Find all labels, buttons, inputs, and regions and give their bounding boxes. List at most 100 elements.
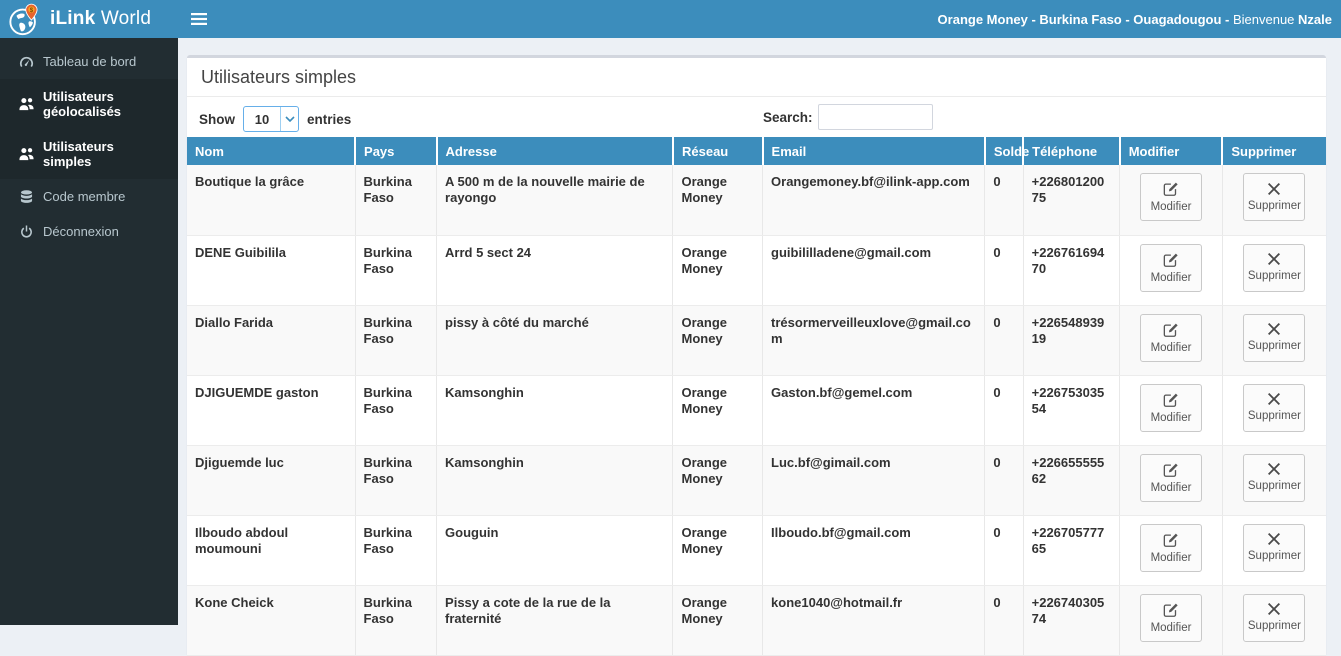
- entries-label: entries: [307, 112, 351, 127]
- username: Nzale: [1298, 12, 1332, 27]
- delete-button[interactable]: Supprimer: [1243, 244, 1305, 292]
- column-header-t-l-phone[interactable]: Téléphone: [1023, 137, 1120, 165]
- delete-button[interactable]: Supprimer: [1243, 314, 1305, 362]
- cell-email: Luc.bf@gimail.com: [763, 445, 985, 515]
- sidebar-item-code-membre[interactable]: Code membre: [0, 179, 178, 214]
- panel-header: Utilisateurs simples: [187, 58, 1326, 97]
- delete-button[interactable]: Supprimer: [1243, 173, 1305, 221]
- table-controls: Show 10 entries Search:: [187, 97, 1326, 137]
- cell-reseau: Orange Money: [673, 375, 763, 445]
- sidebar-item-utilisateurs-g-olocalis-s[interactable]: Utilisateurs géolocalisés: [0, 79, 178, 129]
- cell-adresse: Pissy a cote de la rue de la fraternité: [437, 585, 673, 655]
- column-header-supprimer[interactable]: Supprimer: [1222, 137, 1326, 165]
- sidebar-toggle-button[interactable]: [178, 0, 220, 38]
- app-logo[interactable]: $ iLink World: [0, 0, 178, 38]
- cell-reseau: Orange Money: [673, 515, 763, 585]
- modify-button[interactable]: Modifier: [1140, 384, 1202, 432]
- navbar: Orange Money - Burkina Faso - Ouagadougo…: [178, 0, 1341, 38]
- table-row: Diallo FaridaBurkina Fasopissy à côté du…: [187, 305, 1326, 375]
- page-size-select[interactable]: 10: [243, 106, 299, 132]
- cell-reseau: Orange Money: [673, 165, 763, 235]
- cell-telephone: +22665555562: [1023, 445, 1120, 515]
- table-row: Kone CheickBurkina FasoPissy a cote de l…: [187, 585, 1326, 655]
- users-panel: Utilisateurs simples Show 10 entries Sea…: [187, 55, 1326, 656]
- edit-icon: [1163, 322, 1179, 339]
- sidebar-item-d-connexion[interactable]: Déconnexion: [0, 214, 178, 249]
- modify-button-label: Modifier: [1151, 412, 1192, 424]
- modify-button[interactable]: Modifier: [1140, 454, 1202, 502]
- modify-button[interactable]: Modifier: [1140, 244, 1202, 292]
- users-icon: [18, 97, 34, 111]
- cell-solde: 0: [985, 515, 1023, 585]
- cell-reseau: Orange Money: [673, 305, 763, 375]
- delete-button[interactable]: Supprimer: [1243, 594, 1305, 642]
- delete-button[interactable]: Supprimer: [1243, 384, 1305, 432]
- modify-button[interactable]: Modifier: [1140, 173, 1202, 221]
- cell-telephone: +22676169470: [1023, 235, 1120, 305]
- delete-button-label: Supprimer: [1248, 340, 1301, 352]
- delete-button[interactable]: Supprimer: [1243, 454, 1305, 502]
- cell-delete-button: Supprimer: [1222, 585, 1326, 655]
- delete-button-label: Supprimer: [1248, 410, 1301, 422]
- column-header-adresse[interactable]: Adresse: [437, 137, 673, 165]
- cell-telephone: +22675303554: [1023, 375, 1120, 445]
- modify-button[interactable]: Modifier: [1140, 314, 1202, 362]
- search-control: Search:: [763, 104, 933, 130]
- content-area: Utilisateurs simples Show 10 entries Sea…: [178, 38, 1341, 625]
- modify-button[interactable]: Modifier: [1140, 594, 1202, 642]
- cell-modify-button: Modifier: [1120, 585, 1223, 655]
- column-header-nom[interactable]: Nom: [187, 137, 355, 165]
- cell-reseau: Orange Money: [673, 585, 763, 655]
- cell-delete-button: Supprimer: [1222, 515, 1326, 585]
- navbar-user-info: Orange Money - Burkina Faso - Ouagadougo…: [938, 12, 1341, 27]
- column-header-modifier[interactable]: Modifier: [1120, 137, 1223, 165]
- cell-adresse: pissy à côté du marché: [437, 305, 673, 375]
- table-row: Boutique la grâceBurkina FasoA 500 m de …: [187, 165, 1326, 235]
- cell-modify-button: Modifier: [1120, 305, 1223, 375]
- sidebar: Tableau de bordUtilisateurs géolocalisés…: [0, 38, 178, 625]
- modify-button[interactable]: Modifier: [1140, 524, 1202, 572]
- sidebar-item-label: Code membre: [43, 189, 125, 204]
- close-icon: [1268, 603, 1280, 617]
- cell-modify-button: Modifier: [1120, 445, 1223, 515]
- table-row: DJIGUEMDE gastonBurkina FasoKamsonghinOr…: [187, 375, 1326, 445]
- edit-icon: [1163, 462, 1179, 479]
- cell-telephone: +22680120075: [1023, 165, 1120, 235]
- globe-pin-logo-icon: $: [8, 3, 42, 37]
- cell-solde: 0: [985, 375, 1023, 445]
- sidebar-item-label: Utilisateurs simples: [43, 139, 163, 169]
- cell-email: Orangemoney.bf@ilink-app.com: [763, 165, 985, 235]
- column-header-email[interactable]: Email: [763, 137, 985, 165]
- close-icon: [1268, 253, 1280, 267]
- cell-pays: Burkina Faso: [355, 375, 437, 445]
- show-label: Show: [199, 112, 235, 127]
- dashboard-icon: [18, 55, 34, 69]
- column-header-r-seau[interactable]: Réseau: [673, 137, 763, 165]
- cell-nom: DJIGUEMDE gaston: [187, 375, 355, 445]
- close-icon: [1268, 463, 1280, 477]
- delete-button-label: Supprimer: [1248, 620, 1301, 632]
- search-input[interactable]: [818, 104, 933, 130]
- column-header-pays[interactable]: Pays: [355, 137, 437, 165]
- cell-email: trésormerveilleuxlove@gmail.com: [763, 305, 985, 375]
- sidebar-item-utilisateurs-simples[interactable]: Utilisateurs simples: [0, 129, 178, 179]
- delete-button[interactable]: Supprimer: [1243, 524, 1305, 572]
- sidebar-item-label: Déconnexion: [43, 224, 119, 239]
- cell-solde: 0: [985, 585, 1023, 655]
- column-header-solde[interactable]: Solde: [985, 137, 1023, 165]
- cell-adresse: Gouguin: [437, 515, 673, 585]
- cell-delete-button: Supprimer: [1222, 165, 1326, 235]
- cell-nom: Kone Cheick: [187, 585, 355, 655]
- cell-pays: Burkina Faso: [355, 235, 437, 305]
- cell-solde: 0: [985, 235, 1023, 305]
- cell-nom: DENE Guibilila: [187, 235, 355, 305]
- cell-reseau: Orange Money: [673, 445, 763, 515]
- cell-pays: Burkina Faso: [355, 515, 437, 585]
- sidebar-item-tableau-de-bord[interactable]: Tableau de bord: [0, 44, 178, 79]
- delete-button-label: Supprimer: [1248, 270, 1301, 282]
- edit-icon: [1163, 602, 1179, 619]
- cell-adresse: Arrd 5 sect 24: [437, 235, 673, 305]
- cell-solde: 0: [985, 445, 1023, 515]
- cell-delete-button: Supprimer: [1222, 375, 1326, 445]
- modify-button-label: Modifier: [1151, 552, 1192, 564]
